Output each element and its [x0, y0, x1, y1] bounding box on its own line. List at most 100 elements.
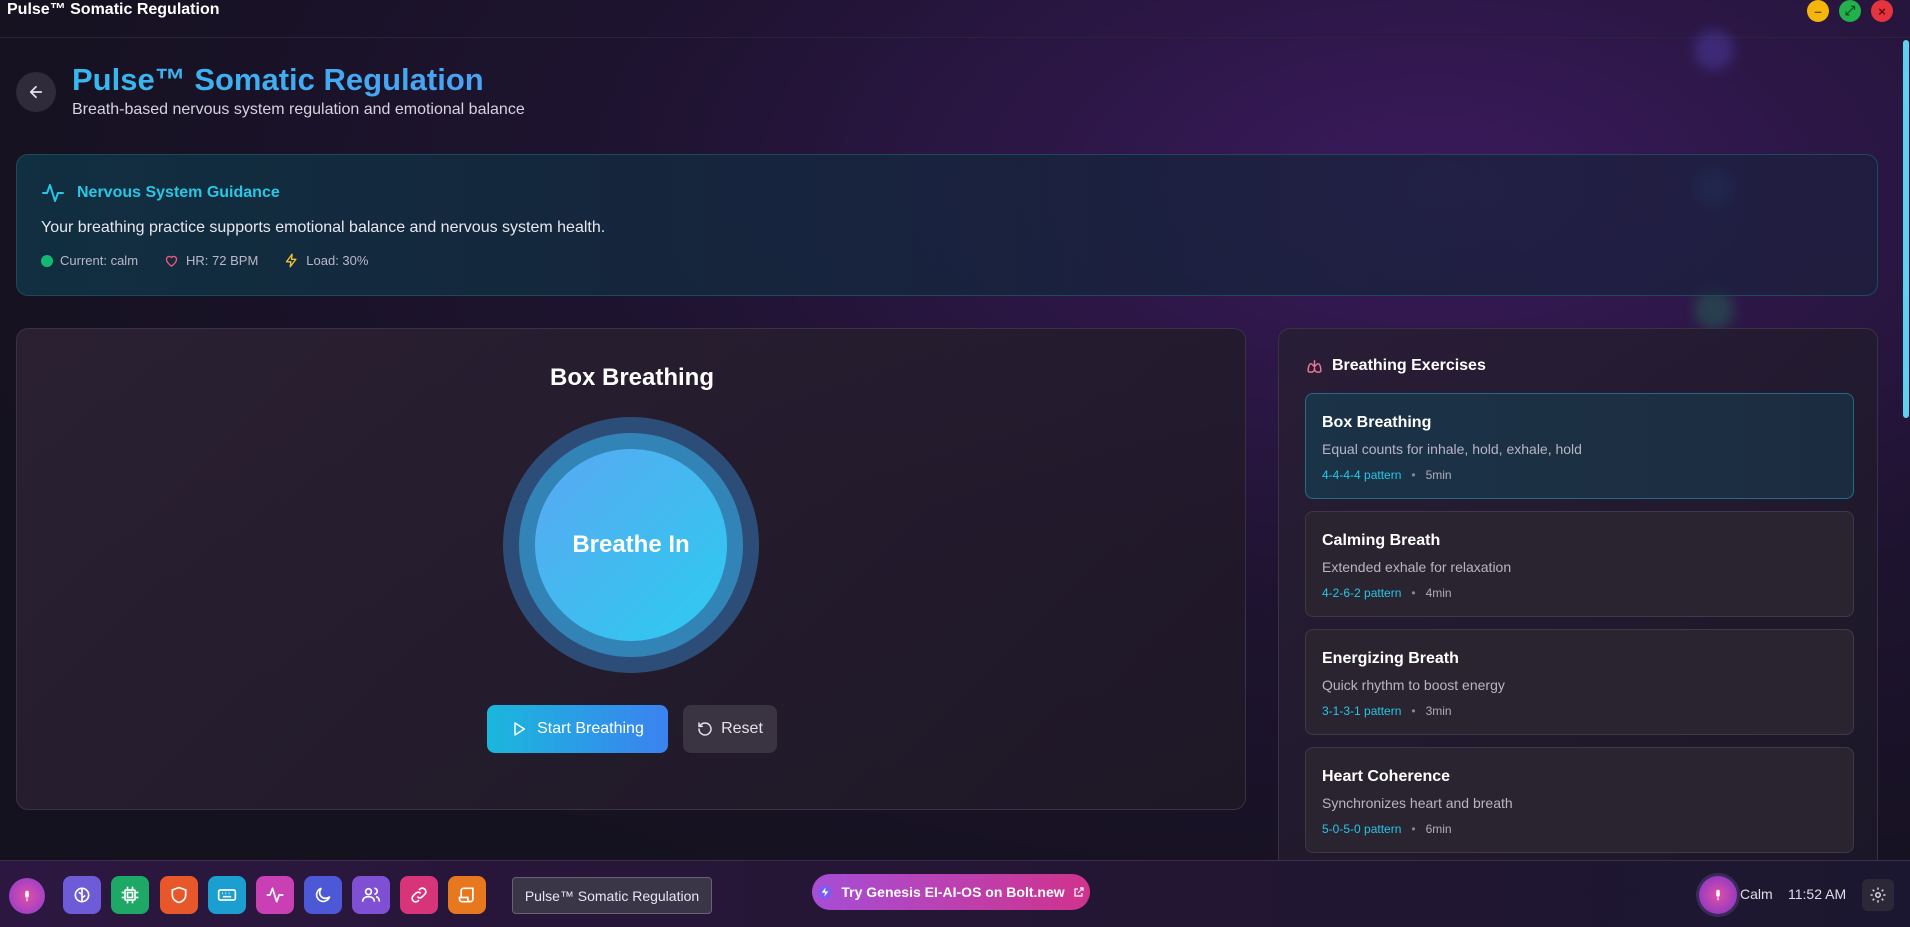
exercise-card-energizing-breath[interactable]: Energizing Breath Quick rhythm to boost … [1305, 629, 1854, 735]
mood-orb-button[interactable] [1699, 876, 1737, 914]
exercise-duration: 6min [1425, 822, 1452, 836]
scrollbar-thumb[interactable] [1903, 40, 1909, 418]
exercises-header: Breathing Exercises [1306, 357, 1486, 375]
meta-separator: • [1411, 704, 1416, 718]
background-decoration [1694, 30, 1734, 70]
exercise-card-calming-breath[interactable]: Calming Breath Extended exhale for relax… [1305, 511, 1854, 617]
link-icon [411, 887, 427, 903]
settings-button[interactable] [1862, 879, 1894, 911]
external-link-icon [1074, 887, 1084, 897]
page-subtitle: Breath-based nervous system regulation a… [72, 101, 525, 118]
exercises-title: Breathing Exercises [1332, 357, 1486, 374]
exercise-name: Box Breathing [1322, 414, 1432, 431]
exercise-duration: 4min [1425, 586, 1452, 600]
taskbar-app-users[interactable] [352, 876, 390, 914]
exercise-card-heart-coherence[interactable]: Heart Coherence Synchronizes heart and b… [1305, 747, 1854, 853]
minimize-button[interactable]: – [1807, 0, 1829, 22]
exercise-pattern: 3-1-3-1 pattern [1322, 704, 1402, 718]
taskbar-app-shield[interactable] [160, 876, 198, 914]
arrow-left-icon [29, 85, 43, 99]
lightning-icon [286, 253, 297, 268]
taskbar-app-brain[interactable] [63, 876, 101, 914]
cpu-icon [121, 886, 139, 904]
exercise-name: Heart Coherence [1322, 768, 1451, 785]
breath-phase-label: Breathe In [572, 531, 690, 558]
promo-label: Try Genesis EI-AI-OS on Bolt.new [841, 884, 1065, 900]
guidance-header: Nervous System Guidance [41, 181, 280, 205]
lungs-icon [1307, 359, 1322, 373]
exercise-name: Calming Breath [1322, 532, 1441, 549]
pulse-icon [266, 887, 284, 903]
exercise-description: Extended exhale for relaxation [1322, 559, 1512, 575]
exercise-card-box-breathing[interactable]: Box Breathing Equal counts for inhale, h… [1305, 393, 1854, 499]
start-breathing-label: Start Breathing [537, 720, 644, 737]
title-bar: Pulse™ Somatic Regulation – ⤢ × [0, 0, 1910, 38]
reset-button[interactable]: Reset [683, 705, 777, 753]
keyboard-icon [217, 889, 237, 901]
activity-icon [42, 184, 64, 202]
taskbar-app-pulse[interactable] [256, 876, 294, 914]
users-icon [361, 887, 381, 902]
stat-heart-rate: HR: 72 BPM [164, 253, 258, 268]
exercise-duration: 5min [1425, 468, 1452, 482]
stat-state-label: Current: calm [60, 253, 139, 268]
page-title: Pulse™ Somatic Regulation [72, 62, 484, 97]
reset-label: Reset [721, 720, 763, 737]
exercise-duration: 3min [1425, 704, 1452, 718]
brain-icon [74, 887, 90, 903]
breath-orb: Breathe In [535, 449, 727, 641]
meta-separator: • [1411, 586, 1416, 600]
promo-button[interactable]: Try Genesis EI-AI-OS on Bolt.new [812, 874, 1090, 910]
scroll-icon [458, 887, 474, 903]
taskbar: Pulse™ Somatic Regulation Try Genesis EI… [0, 860, 1910, 927]
exercise-meta: 5-0-5-0 pattern • 6min [1322, 822, 1452, 836]
breathing-exercises-panel: Breathing Exercises Box Breathing Equal … [1278, 328, 1878, 860]
taskbar-app-cpu[interactable] [111, 876, 149, 914]
taskbar-active-window[interactable]: Pulse™ Somatic Regulation [512, 877, 712, 914]
clock: 11:52 AM [1788, 886, 1847, 902]
exercise-name: Energizing Breath [1322, 650, 1459, 667]
stat-load-label: Load: 30% [306, 253, 369, 268]
gear-icon [1870, 887, 1886, 903]
exercise-meta: 3-1-3-1 pattern • 3min [1322, 704, 1452, 718]
exercise-pattern: 4-4-4-4 pattern [1322, 468, 1402, 482]
exercise-title: Box Breathing [549, 364, 714, 391]
guidance-message: Your breathing practice supports emotion… [41, 219, 606, 236]
background-decoration [1694, 290, 1734, 330]
nervous-system-guidance-card: Nervous System Guidance Your breathing p… [16, 154, 1878, 296]
taskbar-app-moon[interactable] [304, 876, 342, 914]
stat-heart-rate-label: HR: 72 BPM [186, 253, 259, 268]
stat-load: Load: 30% [284, 253, 368, 268]
window-title: Pulse™ Somatic Regulation [7, 1, 220, 18]
mood-status: Calm [1740, 886, 1773, 902]
exercise-description: Quick rhythm to boost energy [1322, 677, 1505, 693]
guidance-stats: Current: calm HR: 72 BPM Load: 30% [41, 253, 368, 268]
mic-icon [25, 890, 29, 902]
heart-icon [165, 255, 178, 267]
maximize-button[interactable]: ⤢ [1839, 0, 1861, 22]
meta-separator: • [1411, 468, 1416, 482]
play-icon [514, 722, 526, 736]
taskbar-app-link[interactable] [400, 876, 438, 914]
exercise-pattern: 5-0-5-0 pattern [1322, 822, 1402, 836]
back-button[interactable] [16, 72, 56, 112]
guidance-title: Nervous System Guidance [77, 184, 280, 201]
bolt-badge-icon [818, 885, 833, 899]
stat-current-state: Current: calm [41, 253, 138, 268]
exercise-meta: 4-2-6-2 pattern • 4min [1322, 586, 1452, 600]
taskbar-app-keyboard[interactable] [208, 876, 246, 914]
close-button[interactable]: × [1871, 0, 1893, 22]
reset-icon [698, 722, 712, 736]
mic-icon [1716, 889, 1720, 901]
start-breathing-button[interactable]: Start Breathing [487, 705, 668, 753]
exercise-pattern: 4-2-6-2 pattern [1322, 586, 1402, 600]
start-menu-button[interactable] [9, 878, 45, 914]
exercise-meta: 4-4-4-4 pattern • 5min [1322, 468, 1452, 482]
meta-separator: • [1411, 822, 1416, 836]
calm-status-dot [41, 254, 53, 267]
exercise-description: Synchronizes heart and breath [1322, 795, 1513, 811]
breathing-panel: Box Breathing Breathe In Start Breathing… [16, 328, 1246, 810]
exercise-description: Equal counts for inhale, hold, exhale, h… [1322, 441, 1582, 457]
shield-icon [171, 886, 187, 904]
taskbar-app-scroll[interactable] [448, 876, 486, 914]
